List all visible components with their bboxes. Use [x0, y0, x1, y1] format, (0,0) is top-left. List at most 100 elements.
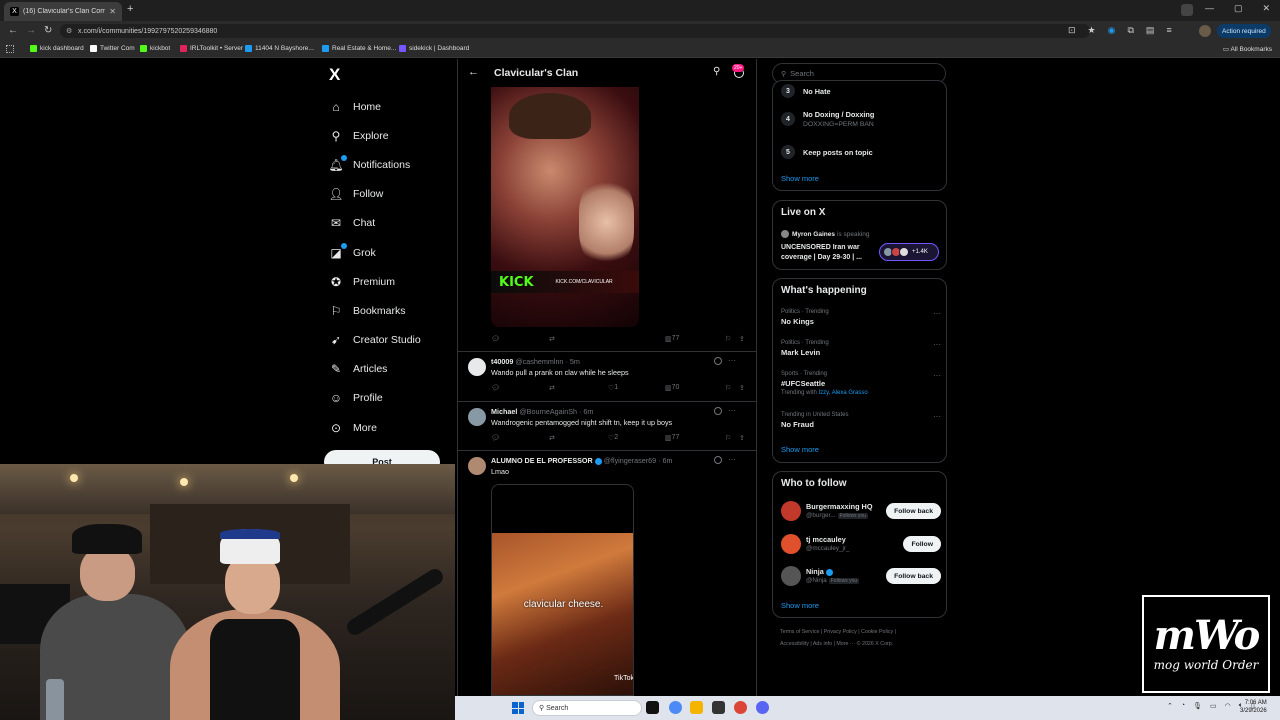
- show-more-link[interactable]: Show more: [781, 174, 819, 183]
- extension-icon[interactable]: ◉: [1108, 25, 1116, 36]
- views-icon[interactable]: ▥ 70: [665, 384, 679, 392]
- bookmark-icon[interactable]: ⚐: [725, 384, 731, 392]
- trend-item[interactable]: Sports · Trending #UFCSeattle Trending w…: [781, 371, 941, 396]
- nav-grok[interactable]: ◪ Grok: [328, 238, 448, 267]
- action-required-button[interactable]: Action required: [1217, 24, 1271, 38]
- maximize-icon[interactable]: ▢: [1234, 3, 1243, 14]
- more-options-icon[interactable]: ···: [933, 371, 941, 380]
- share-icon[interactable]: ⇪: [739, 335, 745, 343]
- trend-item[interactable]: Politics · Trending Mark Levin ···: [781, 340, 941, 357]
- network-icon[interactable]: ◔: [1181, 702, 1185, 710]
- bookmark-item[interactable]: Real Estate & Home...: [322, 45, 396, 52]
- more-options-icon[interactable]: ···: [728, 406, 736, 415]
- profile-avatar[interactable]: [1199, 25, 1211, 37]
- grok-icon[interactable]: [714, 456, 722, 464]
- nav-chat[interactable]: ✉ Chat: [328, 209, 448, 238]
- more-options-icon[interactable]: ···: [728, 455, 736, 464]
- minimize-icon[interactable]: —: [1205, 3, 1214, 14]
- share-icon[interactable]: ⇪: [739, 434, 745, 442]
- mic-icon[interactable]: 🎙︎: [1193, 702, 1202, 710]
- profile-chip-icon[interactable]: [1181, 4, 1193, 16]
- avatar[interactable]: [781, 501, 801, 521]
- repost-icon[interactable]: ⇄: [549, 434, 555, 442]
- follow-back-button[interactable]: Follow back: [886, 568, 941, 584]
- nav-premium[interactable]: ✪ Premium: [328, 267, 448, 296]
- tweet[interactable]: t40009 @cashemmlnn · 5m ··· Wando pull a…: [458, 352, 756, 401]
- forward-icon[interactable]: →: [26, 25, 36, 36]
- nav-notifications[interactable]: 🔔︎ Notifications: [328, 150, 448, 179]
- trend-item[interactable]: Trending in United States No Fraud ···: [781, 412, 941, 429]
- close-tab-icon[interactable]: ✕: [109, 7, 116, 16]
- discord-icon[interactable]: [756, 701, 769, 714]
- x-logo[interactable]: X: [329, 65, 340, 85]
- media-icon[interactable]: ≡: [1166, 25, 1171, 36]
- views-icon[interactable]: ▥ 77: [665, 335, 679, 343]
- avatar[interactable]: [468, 457, 486, 475]
- avatar[interactable]: [468, 358, 486, 376]
- explorer-icon[interactable]: [690, 701, 703, 714]
- live-listeners-button[interactable]: +1.4K: [879, 243, 939, 261]
- bookmark-item[interactable]: sidekick | Dashboard: [399, 45, 469, 52]
- active-tab[interactable]: X (16) Clavicular's Clan Commun... ✕: [4, 2, 122, 21]
- nav-home[interactable]: ⌂ Home: [328, 92, 448, 121]
- repost-icon[interactable]: ⇄: [549, 384, 555, 392]
- display-icon[interactable]: ▭: [1210, 702, 1217, 710]
- all-bookmarks[interactable]: ▭ All Bookmarks: [1223, 45, 1272, 53]
- reply-icon[interactable]: 💬︎: [491, 384, 500, 392]
- bookmark-item[interactable]: kick dashboard: [30, 45, 84, 52]
- reload-icon[interactable]: ↻: [44, 25, 52, 36]
- clock[interactable]: 7:06 AM 3/29/2026: [1240, 699, 1267, 715]
- show-more-link[interactable]: Show more: [781, 445, 819, 454]
- new-tab-icon[interactable]: +: [127, 3, 133, 15]
- more-options-icon[interactable]: ···: [933, 309, 941, 318]
- nav-follow[interactable]: 👤︎ Follow: [328, 180, 448, 209]
- trend-item[interactable]: Politics · Trending No Kings ···: [781, 309, 941, 326]
- share-icon[interactable]: ⇪: [739, 384, 745, 392]
- wifi-icon[interactable]: ◠: [1225, 702, 1231, 710]
- live-space-title[interactable]: UNCENSORED Iran war coverage | Day 29-30…: [781, 243, 876, 263]
- back-icon[interactable]: ←: [8, 25, 18, 36]
- post-video[interactable]: KICK KICK.COM/CLAVICULAR: [491, 87, 639, 327]
- like-icon[interactable]: ♡ 2: [608, 434, 618, 442]
- url-bar[interactable]: ⚙ x.com/i/communities/199279752025934688…: [60, 24, 1090, 38]
- sidepanel-icon[interactable]: ▤: [1146, 25, 1155, 36]
- nav-explore[interactable]: ⚲ Explore: [328, 121, 448, 150]
- reply-icon[interactable]: 💬︎: [491, 434, 500, 442]
- chevron-up-icon[interactable]: ⌃: [1167, 702, 1173, 710]
- nav-articles[interactable]: ✎ Articles: [328, 355, 448, 384]
- chrome-icon[interactable]: [734, 701, 747, 714]
- grok-icon[interactable]: [714, 407, 722, 415]
- follow-back-button[interactable]: Follow back: [886, 503, 941, 519]
- avatar[interactable]: [781, 566, 801, 586]
- post-video[interactable]: clavicular cheese. TikTok: [491, 484, 634, 696]
- bookmark-item[interactable]: IRLToolkit • Server: [180, 45, 243, 52]
- back-arrow-icon[interactable]: ←: [468, 66, 479, 78]
- follow-button[interactable]: Follow: [903, 536, 941, 552]
- bookmark-icon[interactable]: ⚐: [725, 335, 731, 343]
- apps-icon[interactable]: [6, 45, 14, 53]
- puzzle-icon[interactable]: ⧉: [1127, 25, 1133, 36]
- repost-icon[interactable]: ⇄: [549, 335, 555, 343]
- grok-icon[interactable]: [714, 357, 722, 365]
- bookmark-item[interactable]: kickbot: [140, 45, 170, 52]
- more-options-icon[interactable]: ···: [933, 412, 941, 421]
- more-options-icon[interactable]: ···: [728, 356, 736, 365]
- start-icon[interactable]: [512, 702, 524, 714]
- obs-icon[interactable]: [712, 701, 725, 714]
- taskbar-search[interactable]: ⚲ Search: [532, 700, 642, 716]
- footer-links[interactable]: Terms of Service | Privacy Policy | Cook…: [780, 629, 896, 635]
- tweet[interactable]: Michael @BourneAgainSh · 6m ··· Wandroge…: [458, 402, 756, 451]
- show-more-link[interactable]: Show more: [781, 601, 819, 610]
- taskview-icon[interactable]: [646, 701, 659, 714]
- more-options-icon[interactable]: ···: [933, 340, 941, 349]
- avatar[interactable]: [468, 408, 486, 426]
- bookmark-icon[interactable]: ⚐: [725, 434, 731, 442]
- chrome-icon[interactable]: [669, 701, 682, 714]
- star-icon[interactable]: ★: [1088, 25, 1096, 36]
- nav-profile[interactable]: ☺ Profile: [328, 384, 448, 413]
- follow-suggestion[interactable]: Ninja @Ninja Follows you Follow back: [781, 566, 941, 590]
- nav-creator-studio[interactable]: ➹ Creator Studio: [328, 326, 448, 355]
- views-icon[interactable]: ▥ 77: [665, 434, 679, 442]
- close-window-icon[interactable]: ✕: [1262, 3, 1270, 14]
- search-icon[interactable]: ⚲: [713, 66, 720, 77]
